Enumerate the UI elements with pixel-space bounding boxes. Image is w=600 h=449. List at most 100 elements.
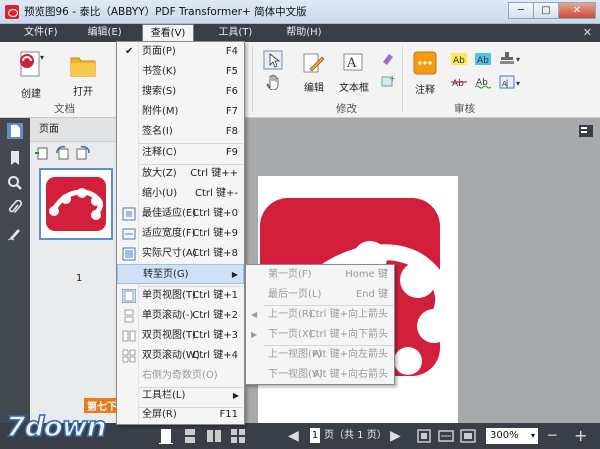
divider [402, 46, 403, 112]
prev-page-button[interactable]: ◀ [288, 426, 299, 446]
menu-item-bookmarks[interactable]: 书签(K) F5 [117, 62, 244, 82]
menu-item-single-page-scroll[interactable]: 单页滚动(-) Ctrl 键+2 [117, 306, 244, 326]
underline-button[interactable]: Ab [474, 52, 492, 69]
next-page-button[interactable]: ▶ [390, 426, 401, 446]
menu-tools[interactable]: 工具(T) [210, 24, 260, 42]
sticky-note-icon [413, 51, 437, 75]
menu-item-zoom-out[interactable]: 缩小(U) Ctrl 键+- [117, 184, 244, 204]
svg-text:▾: ▾ [40, 53, 44, 62]
eraser-button[interactable] [380, 52, 396, 69]
actual-size-icon[interactable] [460, 428, 476, 444]
squiggly-button[interactable]: Ab [474, 75, 492, 92]
svg-text:Ab: Ab [453, 56, 465, 66]
zoom-out-button[interactable]: ─ [548, 426, 556, 446]
close-button[interactable]: ✕ [558, 2, 596, 19]
submenu-item-last-page[interactable]: 最后一页(L) End 键 [246, 285, 394, 305]
bookmarks-panel-button[interactable] [7, 150, 23, 166]
pages-panel-button[interactable] [7, 123, 23, 139]
highlight-button[interactable]: Ab [450, 52, 468, 69]
open-button[interactable]: 打开 [66, 52, 100, 98]
fit-width-icon [122, 228, 136, 240]
single-page-view-icon[interactable] [158, 428, 174, 444]
edit-button[interactable]: 编辑 [300, 52, 328, 94]
menu-item-odd-pages-right[interactable]: 右侧为奇数页(O) [117, 366, 244, 386]
menu-item-fit-width[interactable]: 适应宽度(F) Ctrl 键+9 [117, 224, 244, 244]
close-document-icon[interactable]: ✕ [583, 24, 592, 42]
menu-item-two-page-scroll[interactable]: 双页滚动(W) Ctrl 键+4 [117, 346, 244, 366]
svg-text:▾: ▾ [516, 55, 520, 64]
create-button[interactable]: ▾ 创建 [14, 50, 48, 100]
menu-item-go-to-page[interactable]: 转至页(G) ▶ [117, 264, 244, 284]
menu-item-pages[interactable]: ✔ 页面(P) F4 [117, 42, 244, 62]
maximize-button[interactable]: □ [533, 2, 559, 19]
svg-text:Ab: Ab [452, 79, 464, 89]
menu-item-comments[interactable]: 注释(C) F9 [117, 143, 244, 163]
underline-text-icon: Ab [475, 53, 491, 66]
two-page-scroll-view-icon[interactable] [230, 428, 246, 444]
menu-item-toolbars[interactable]: 工具栏(L) ▶ [117, 386, 244, 406]
page-count-label: 页（共 1 页） [324, 430, 387, 441]
annotate-button[interactable]: 注释 [410, 50, 440, 96]
svg-text:A▏: A▏ [502, 79, 512, 88]
edit-pen-icon [303, 53, 325, 73]
menu-item-two-page-view[interactable]: 双页视图(T) Ctrl 键+3 [117, 326, 244, 346]
page-number-input[interactable]: 1 [310, 428, 320, 443]
select-cursor-icon [263, 50, 283, 70]
continuous-scroll-view-icon[interactable] [182, 428, 198, 444]
menu-item-single-page-view[interactable]: 单页视图(T) Ctrl 键+1 [117, 286, 244, 306]
window-controls: ─ □ ✕ [508, 2, 596, 19]
zoom-select[interactable]: 300% [486, 428, 538, 444]
menu-item-search[interactable]: 搜索(S) F6 [117, 82, 244, 102]
rotate-right-icon[interactable] [74, 145, 92, 161]
view-options-button[interactable] [578, 124, 594, 141]
menu-edit[interactable]: 编辑(E) [80, 24, 130, 42]
eraser-icon [383, 54, 393, 65]
strikeout-button[interactable]: Ab [450, 75, 468, 92]
menu-item-attachments[interactable]: 附件(M) F7 [117, 102, 244, 122]
svg-text:Ab: Ab [477, 56, 489, 66]
page-thumbnail[interactable] [39, 168, 113, 240]
fit-page-icon[interactable] [416, 428, 432, 444]
add-image-button[interactable]: + [380, 74, 396, 91]
two-page-view-icon[interactable] [206, 428, 222, 444]
select-tool-button[interactable] [262, 50, 284, 73]
hand-icon [266, 74, 279, 91]
submenu-item-previous-page[interactable]: ◀ 上一页(R) Ctrl 键+向上箭头 [246, 305, 394, 325]
next-arrow-icon: ▶ [251, 330, 258, 339]
menu-item-full-screen[interactable]: 全屏(R) F11 [117, 405, 244, 425]
view-menu-dropdown: ✔ 页面(P) F4 书签(K) F5 搜索(S) F6 附件(M) F7 签名… [116, 41, 245, 425]
menu-file[interactable]: 文件(F) [16, 24, 66, 42]
minimize-button[interactable]: ─ [508, 2, 534, 19]
zoom-in-button[interactable]: + [574, 426, 587, 446]
menu-help[interactable]: 帮助(H) [278, 24, 329, 42]
pages-pane: 页面 1 [30, 118, 118, 423]
search-panel-button[interactable] [7, 175, 23, 191]
menu-item-zoom-in[interactable]: 放大(Z) Ctrl 键++ [117, 164, 244, 184]
attachments-panel-button[interactable] [7, 199, 23, 216]
shape-button[interactable]: A▏ ▾ [498, 74, 524, 95]
svg-text:A: A [346, 56, 357, 71]
rotate-left-icon[interactable] [54, 145, 72, 161]
menu-item-actual-size[interactable]: 实际尺寸(A) Ctrl 键+8 [117, 244, 244, 264]
submenu-item-next-page[interactable]: ▶ 下一页(X) Ctrl 键+向下箭头 [246, 325, 394, 345]
submenu-arrow-icon: ▶ [231, 270, 238, 279]
signature-pen-icon [7, 229, 20, 241]
stamp-icon: ▾ [500, 52, 520, 64]
signatures-panel-button[interactable] [7, 225, 23, 241]
app-icon [5, 4, 19, 19]
fit-width-icon[interactable] [438, 428, 454, 444]
menu-view[interactable]: 查看(V) [141, 24, 195, 42]
page-icon [11, 125, 20, 137]
insert-page-icon[interactable] [34, 145, 52, 161]
menu-item-best-fit[interactable]: 最佳适应(E) Ctrl 键+0 [117, 204, 244, 224]
image-plus-icon: + [381, 74, 396, 87]
submenu-item-first-page[interactable]: 第一页(F) Home 键 [246, 265, 394, 285]
two-page-view-icon [122, 330, 136, 342]
group-label-review: 审核 [454, 103, 475, 115]
submenu-item-previous-view[interactable]: 上一视图(P) Alt 键+向左箭头 [246, 345, 394, 365]
submenu-item-next-view[interactable]: 下一视图(V) Alt 键+向右箭头 [246, 365, 394, 385]
hand-tool-button[interactable] [264, 74, 282, 93]
menu-item-signatures[interactable]: 签名(I) F8 [117, 122, 244, 142]
stamp-button[interactable]: ▾ [498, 50, 524, 71]
textbox-button[interactable]: A 文本框 [336, 52, 372, 94]
